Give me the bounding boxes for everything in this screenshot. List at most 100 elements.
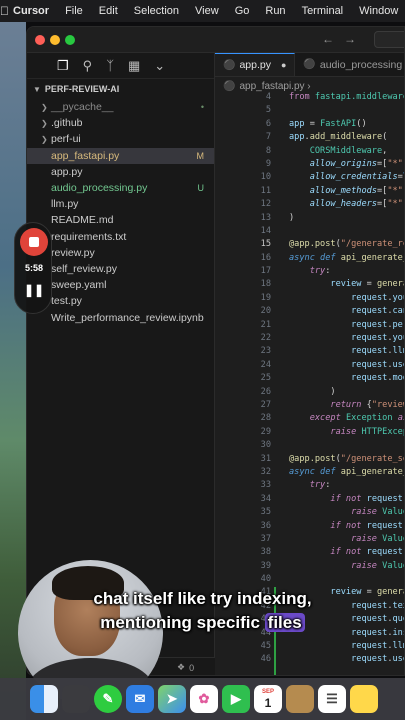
reminders-icon[interactable]: ☰ [318, 685, 346, 713]
code-line: 46 request.user_api_key, [215, 653, 404, 666]
menu-terminal[interactable]: Terminal [294, 5, 352, 17]
line-number: 31 [260, 453, 271, 464]
line-number: 30 [260, 440, 271, 451]
code-line: 23 request.llm_type, [215, 345, 404, 358]
tree-item-label: .github [51, 117, 83, 130]
line-number: 39 [260, 560, 271, 571]
tab-app-py[interactable]: ⚫ app.py ● [215, 53, 296, 76]
chevron-down-icon[interactable]: ⌄ [154, 58, 165, 74]
line-number: 38 [260, 547, 271, 558]
code-line: 6 app = FastAPI() [215, 118, 404, 131]
code-line: 34 if not request.text_dump: [215, 493, 404, 506]
tree-file-test[interactable]: test.py [27, 293, 214, 309]
facetime-icon[interactable]: ▶ [222, 685, 250, 713]
zoom-window-button[interactable] [65, 35, 75, 45]
code-line: 18 review = generate_review( [215, 278, 404, 291]
tree-item-label: audio_processing.py [51, 182, 148, 195]
status-dot: • [200, 102, 204, 113]
tab-label: audio_processing [319, 58, 403, 71]
code-line: 36 if not request.questions: [215, 520, 404, 533]
line-number: 35 [260, 507, 271, 518]
code-line: 30 [215, 439, 404, 452]
files-icon[interactable]: ❐ [57, 58, 69, 74]
code-line: 15@app.post("/generate_review") [215, 238, 404, 251]
caption-line-2-text: mentioning specific [100, 613, 260, 632]
close-window-button[interactable] [35, 35, 45, 45]
code-line: 22 request.your_review, [215, 332, 404, 345]
code-line: 32async def api_generate_self_review( [215, 466, 404, 479]
line-number: 9 [265, 158, 271, 169]
tree-file-review[interactable]: review.py [27, 245, 214, 261]
extensions-icon[interactable]: ▦ [128, 58, 140, 74]
chevron-right-icon: ❯ [41, 134, 48, 144]
maps-icon[interactable]: ➤ [158, 685, 186, 713]
broadcast-icon[interactable]: ❖ [177, 662, 185, 673]
code-line: 39 raise ValueError( [215, 560, 404, 573]
stop-recording-button[interactable] [20, 228, 48, 256]
menu-app-name[interactable]: Cursor [9, 5, 57, 17]
line-number: 17 [260, 266, 271, 277]
source-control-icon[interactable]: ᛉ [106, 58, 114, 73]
menu-file[interactable]: File [57, 5, 91, 17]
code-lines: 4from fastapi.middleware.cors import COR… [215, 91, 404, 675]
photos-icon[interactable]: ✿ [190, 685, 218, 713]
caption-line-2: mentioning specific files [0, 611, 405, 635]
line-number: 34 [260, 493, 271, 504]
tree-file-llm[interactable]: llm.py [27, 196, 214, 212]
line-number: 26 [260, 386, 271, 397]
messages-icon[interactable]: ✎ [94, 685, 122, 713]
tree-file-sweep[interactable]: sweep.yaml [27, 277, 214, 293]
recording-control: 5:58 ❚❚ [14, 222, 52, 314]
menu-view[interactable]: View [187, 5, 227, 17]
tree-file-readme[interactable]: README.md [27, 212, 214, 228]
code-line: 7 app.add_middleware( [215, 131, 404, 144]
tree-file-notebook[interactable]: Write_performance_review.ipynb [27, 309, 214, 325]
command-center-search[interactable] [374, 31, 404, 48]
notes-icon[interactable] [350, 685, 378, 713]
line-number: 40 [260, 574, 271, 585]
code-line: 40 [215, 573, 404, 586]
code-line: 27 return {"review": review} [215, 399, 404, 412]
code-editor[interactable]: ⚫ app.py ● ⚫ audio_processing ⚫ app_fast… [215, 53, 404, 675]
tree-folder-github[interactable]: ❯ .github [27, 115, 214, 131]
finder-icon[interactable] [30, 685, 58, 713]
nav-arrows-icon[interactable]: ←→ [322, 32, 366, 46]
code-line: 12 allow_headers=["*"], [215, 198, 404, 211]
unsaved-dot-icon[interactable]: ● [281, 60, 286, 70]
pause-icon[interactable]: ❚❚ [15, 283, 53, 297]
line-number: 28 [260, 413, 271, 424]
menu-run[interactable]: Run [257, 5, 293, 17]
menu-go[interactable]: Go [227, 5, 258, 17]
line-number: 29 [260, 426, 271, 437]
launchpad-icon[interactable] [62, 685, 90, 713]
search-icon[interactable]: ⚲ [83, 58, 93, 74]
menu-selection[interactable]: Selection [126, 5, 187, 17]
contacts-icon[interactable] [286, 685, 314, 713]
line-number: 33 [260, 480, 271, 491]
tree-item-label: perf-ui [51, 133, 81, 146]
tree-folder-perf-ui[interactable]: ❯ perf-ui [27, 131, 214, 147]
tree-file-app-fastapi[interactable]: app_fastapi.py M [27, 147, 214, 164]
menu-edit[interactable]: Edit [91, 5, 126, 17]
modified-badge: M [196, 150, 205, 161]
project-header[interactable]: ▼ PERF-REVIEW-AI [27, 79, 214, 99]
line-number: 27 [260, 399, 271, 410]
menu-window[interactable]: Window [351, 5, 405, 17]
tree-folder-pycache[interactable]: ❯ __pycache__ • [27, 99, 214, 115]
tab-audio-processing[interactable]: ⚫ audio_processing [295, 53, 404, 76]
calendar-month: SEP [261, 688, 274, 695]
apple-icon[interactable]:  [0, 4, 9, 18]
minimize-window-button[interactable] [50, 35, 60, 45]
tree-file-audio-processing[interactable]: audio_processing.py U [27, 180, 214, 196]
code-line: 24 request.user_api_key, [215, 359, 404, 372]
menu-bar:  Cursor File Edit Selection View Go Run… [0, 0, 405, 22]
calendar-icon[interactable]: SEP 1 [254, 685, 282, 713]
line-number: 16 [260, 252, 271, 263]
tree-file-self-review[interactable]: self_review.py [27, 261, 214, 277]
tree-file-requirements[interactable]: requirements.txt [27, 229, 214, 245]
line-number: 10 [260, 172, 271, 183]
tree-item-label: app.py [51, 165, 83, 178]
tree-file-app[interactable]: app.py [27, 164, 214, 180]
python-file-icon: ⚫ [223, 59, 236, 71]
mail-icon[interactable]: ✉ [126, 685, 154, 713]
